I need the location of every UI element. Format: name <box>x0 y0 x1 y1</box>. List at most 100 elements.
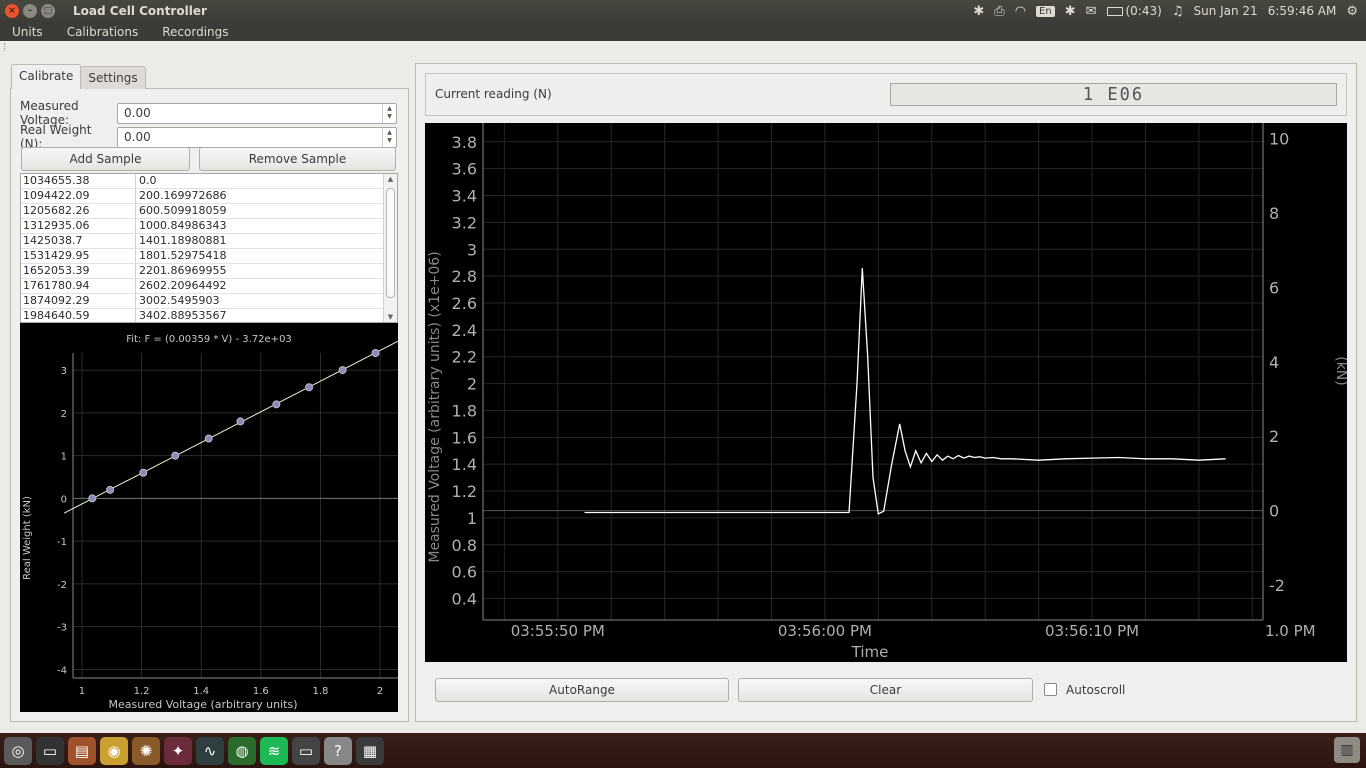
volume-icon[interactable]: ♫ <box>1172 4 1184 19</box>
gear-icon[interactable]: ⚙ <box>1346 4 1358 19</box>
real-weight-spinbox[interactable]: 0.00 ▲ ▼ <box>117 126 397 148</box>
voltage-cell[interactable]: 1652053.39 <box>21 264 136 278</box>
live-reading-plot[interactable]: Time Measured Voltage (arbitrary units) … <box>425 123 1349 662</box>
fit-data-point <box>171 451 180 460</box>
weight-cell[interactable]: 1801.52975418 <box>136 249 397 263</box>
table-row[interactable]: 1531429.95 1801.52975418 <box>21 249 397 264</box>
mail-icon[interactable]: ✉ <box>1086 4 1097 19</box>
settings-icon[interactable]: ✺ <box>132 736 160 765</box>
bluetooth-icon[interactable]: ✱ <box>973 4 984 19</box>
clock-indicator[interactable]: 6:59:46 AM <box>1268 4 1337 18</box>
spin-arrows-icon[interactable]: ▲ ▼ <box>382 127 396 147</box>
scrollbar-thumb[interactable] <box>386 188 395 298</box>
voltage-cell[interactable]: 1984640.59 <box>21 309 136 322</box>
app-green-icon[interactable]: ◍ <box>228 736 256 765</box>
clear-button[interactable]: Clear <box>738 678 1033 702</box>
table-row[interactable]: 1034655.38 0.0 <box>21 174 397 189</box>
voltage-tick-label: 1.6 <box>452 428 477 447</box>
help-icon[interactable]: ? <box>324 736 352 765</box>
voltage-cell[interactable]: 1205682.26 <box>21 204 136 218</box>
kn-tick-label: -2 <box>1269 576 1285 595</box>
measured-voltage-spinbox[interactable]: 0.00 ▲ ▼ <box>117 102 397 124</box>
table-row[interactable]: 1984640.59 3402.88953567 <box>21 309 397 322</box>
calibration-fit-plot[interactable]: Fit: F = (0.00359 * V) - 3.72e+03 Measur… <box>20 323 399 712</box>
measured-voltage-value[interactable]: 0.00 <box>118 106 382 120</box>
system-monitor-icon[interactable]: ∿ <box>196 736 224 765</box>
table-row[interactable]: 1652053.39 2201.86969955 <box>21 264 397 279</box>
kn-axis-label: (kN) <box>1333 356 1347 386</box>
weight-cell[interactable]: 3002.5495903 <box>136 294 397 308</box>
real-weight-value[interactable]: 0.00 <box>118 130 382 144</box>
terminal-icon[interactable]: ▭ <box>36 736 64 765</box>
scroll-up-icon[interactable]: ▲ <box>384 175 397 183</box>
minimize-window-button[interactable]: – <box>23 4 37 18</box>
battery-indicator[interactable]: (0:43) <box>1106 4 1162 18</box>
autoscroll-label[interactable]: Autoscroll <box>1066 683 1125 697</box>
voltage-cell[interactable]: 1531429.95 <box>21 249 136 263</box>
voltage-cell[interactable]: 1425038.7 <box>21 234 136 248</box>
chrome-icon[interactable]: ◉ <box>100 736 128 765</box>
menu-calibrations[interactable]: Calibrations <box>55 25 151 39</box>
table-row[interactable]: 1761780.94 2602.20964492 <box>21 279 397 294</box>
reading-series-line <box>584 268 1226 515</box>
file-manager-icon[interactable]: ▤ <box>68 736 96 765</box>
remove-sample-button[interactable]: Remove Sample <box>199 147 396 171</box>
voltage-cell[interactable]: 1094422.09 <box>21 189 136 203</box>
weight-cell[interactable]: 0.0 <box>136 174 397 188</box>
system-top-bar: × – □ Load Cell Controller ✱ ⎙ ◠ En ✱ ✉ … <box>0 0 1366 22</box>
autoscroll-checkbox[interactable] <box>1044 683 1057 696</box>
weight-cell[interactable]: 3402.88953567 <box>136 309 397 322</box>
fit-line <box>63 340 399 514</box>
weight-cell[interactable]: 200.169972686 <box>136 189 397 203</box>
weight-cell[interactable]: 2602.20964492 <box>136 279 397 293</box>
tab-settings[interactable]: Settings <box>80 66 146 89</box>
wifi-icon[interactable]: ◠ <box>1015 4 1026 19</box>
bluetooth-secondary-icon[interactable]: ✱ <box>1065 4 1076 19</box>
add-sample-button[interactable]: Add Sample <box>21 147 190 171</box>
table-row[interactable]: 1205682.26 600.509918059 <box>21 204 397 219</box>
table-row[interactable]: 1874092.29 3002.5495903 <box>21 294 397 309</box>
tab-bar: Calibrate Settings <box>11 64 146 89</box>
spin-arrows-icon[interactable]: ▲ ▼ <box>382 103 396 123</box>
voltage-cell[interactable]: 1874092.29 <box>21 294 136 308</box>
fit-y-tick-label: -1 <box>57 537 67 548</box>
scroll-down-icon[interactable]: ▼ <box>384 313 397 321</box>
terminal-secondary-icon[interactable]: ▭ <box>292 736 320 765</box>
samples-scrollbar[interactable]: ▲ ▼ <box>383 174 397 322</box>
tab-calibrate[interactable]: Calibrate <box>11 64 82 89</box>
autorange-button[interactable]: AutoRange <box>435 678 729 702</box>
voltage-cell[interactable]: 1761780.94 <box>21 279 136 293</box>
weight-cell[interactable]: 600.509918059 <box>136 204 397 218</box>
menu-units[interactable]: Units <box>0 25 55 39</box>
table-row[interactable]: 1312935.06 1000.84986343 <box>21 219 397 234</box>
trash-icon[interactable]: ▥ <box>1334 737 1360 763</box>
fit-data-point <box>88 494 97 503</box>
voltage-tick-label: 1.8 <box>452 401 477 420</box>
table-row[interactable]: 1425038.7 1401.18980881 <box>21 234 397 249</box>
toolbar-grip[interactable] <box>4 43 7 51</box>
keyboard-layout-indicator[interactable]: En <box>1036 5 1055 17</box>
fit-x-tick-label: 1.8 <box>313 686 329 697</box>
printer-icon[interactable]: ⎙ <box>994 4 1004 19</box>
table-row[interactable]: 1094422.09 200.169972686 <box>21 189 397 204</box>
fit-x-axis-label: Measured Voltage (arbitrary units) <box>108 698 297 711</box>
voltage-cell[interactable]: 1312935.06 <box>21 219 136 233</box>
weight-cell[interactable]: 1401.18980881 <box>136 234 397 248</box>
close-window-button[interactable]: × <box>5 4 19 18</box>
date-indicator[interactable]: Sun Jan 21 <box>1193 4 1257 18</box>
voltage-cell[interactable]: 1034655.38 <box>21 174 136 188</box>
fit-y-tick-label: 3 <box>61 366 67 377</box>
dash-home-icon[interactable]: ◎ <box>4 736 32 765</box>
voltage-tick-label: 2.2 <box>452 348 477 367</box>
menu-recordings[interactable]: Recordings <box>150 25 240 39</box>
workspace-switcher-icon[interactable]: ▦ <box>356 736 384 765</box>
spotify-icon[interactable]: ≋ <box>260 736 288 765</box>
maximize-window-button[interactable]: □ <box>41 4 55 18</box>
weight-cell[interactable]: 2201.86969955 <box>136 264 397 278</box>
time-tick-label: 03:56:10 PM <box>1045 622 1139 640</box>
weight-cell[interactable]: 1000.84986343 <box>136 219 397 233</box>
lcd-value: 1 E06 <box>1082 84 1145 105</box>
photo-app-icon[interactable]: ✦ <box>164 736 192 765</box>
samples-table[interactable]: 1034655.38 0.0 1094422.09 200.169972686 1205… <box>20 173 398 323</box>
fit-y-tick-label: -4 <box>57 665 67 676</box>
